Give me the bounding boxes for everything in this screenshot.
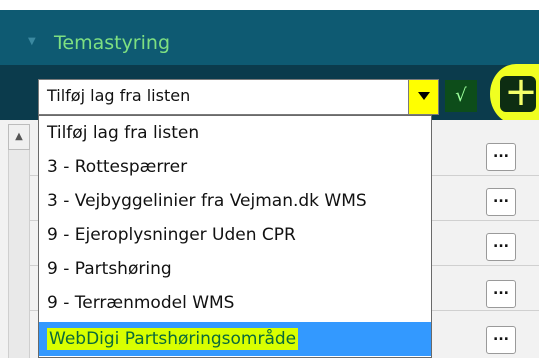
add-layer-button[interactable]: + (490, 64, 539, 124)
dropdown-arrow-icon[interactable] (408, 80, 438, 114)
checkmark-icon: √ (455, 85, 467, 106)
confirm-button[interactable]: √ (445, 80, 477, 112)
plus-icon: + (504, 69, 538, 115)
layer-select-value: Tilføj lag fra listen (47, 86, 191, 105)
dropdown-option[interactable]: 3 - Vejbyggelinier fra Vejman.dk WMS (39, 184, 431, 218)
dropdown-option-label: WebDigi Partshøringsområde (47, 328, 299, 350)
dropdown-option[interactable]: 9 - Ejeroplysninger Uden CPR (39, 218, 431, 252)
row-menu-button[interactable]: ... (486, 143, 516, 171)
top-strip (0, 0, 539, 10)
row-menu-button[interactable]: ... (486, 280, 516, 308)
layer-dropdown-list: Tilføj lag fra listen 3 - Rottespærrer 3… (38, 115, 432, 358)
dropdown-option[interactable]: 3 - Rottespærrer (39, 150, 431, 184)
dropdown-option[interactable]: 9 - Partshøring (39, 252, 431, 286)
layer-select[interactable]: Tilføj lag fra listen (38, 79, 439, 115)
scrollbar-track[interactable] (8, 150, 30, 358)
row-menu-button[interactable]: ... (486, 188, 516, 216)
add-button-body: + (500, 70, 538, 114)
panel-title[interactable]: Temastyring (54, 30, 170, 56)
chevron-down-icon[interactable]: ▼ (28, 36, 40, 48)
dropdown-option-selected[interactable]: WebDigi Partshøringsområde (39, 322, 431, 356)
scroll-up-icon[interactable]: ▲ (8, 124, 30, 150)
dropdown-option[interactable]: Tilføj lag fra listen (39, 116, 431, 150)
row-menu-button[interactable]: ... (486, 233, 516, 261)
row-menu-button[interactable]: ... (486, 326, 516, 354)
dropdown-option[interactable]: 9 - Terrænmodel WMS (39, 286, 431, 320)
